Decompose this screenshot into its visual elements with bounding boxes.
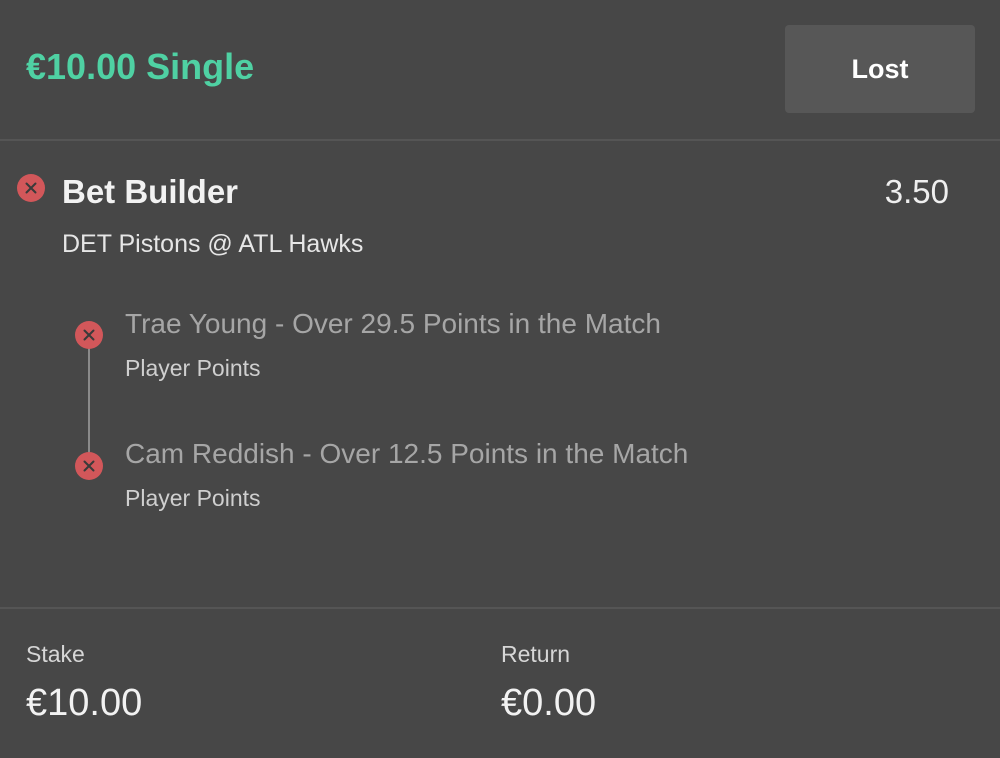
selection-title: Bet Builder (62, 173, 239, 210)
return-value: €0.00 (501, 682, 597, 724)
x-circle-icon (75, 321, 103, 349)
x-circle-icon (75, 452, 103, 480)
footer-divider (0, 607, 1000, 609)
leg-selection: Trae Young - Over 29.5 Points in the Mat… (125, 308, 661, 339)
selection-odds: 3.50 (884, 173, 949, 210)
leg-selection: Cam Reddish - Over 12.5 Points in the Ma… (125, 438, 689, 469)
x-circle-icon (17, 174, 45, 202)
bet-status-badge: Lost (785, 25, 975, 113)
bet-header: €10.00 Single Lost (0, 0, 1000, 140)
header-divider (0, 139, 1000, 141)
event-name: DET Pistons @ ATL Hawks (62, 230, 364, 258)
stake-value: €10.00 (26, 682, 143, 724)
return-label: Return (501, 641, 571, 667)
leg-market: Player Points (125, 485, 261, 511)
bet-slip-card: €10.00 Single Lost Bet Builder 3.50 DET … (0, 0, 1000, 758)
legs-connector-line (88, 348, 90, 458)
bet-type-title: €10.00 Single (26, 46, 255, 87)
stake-label: Stake (26, 641, 85, 667)
leg-market: Player Points (125, 355, 261, 381)
